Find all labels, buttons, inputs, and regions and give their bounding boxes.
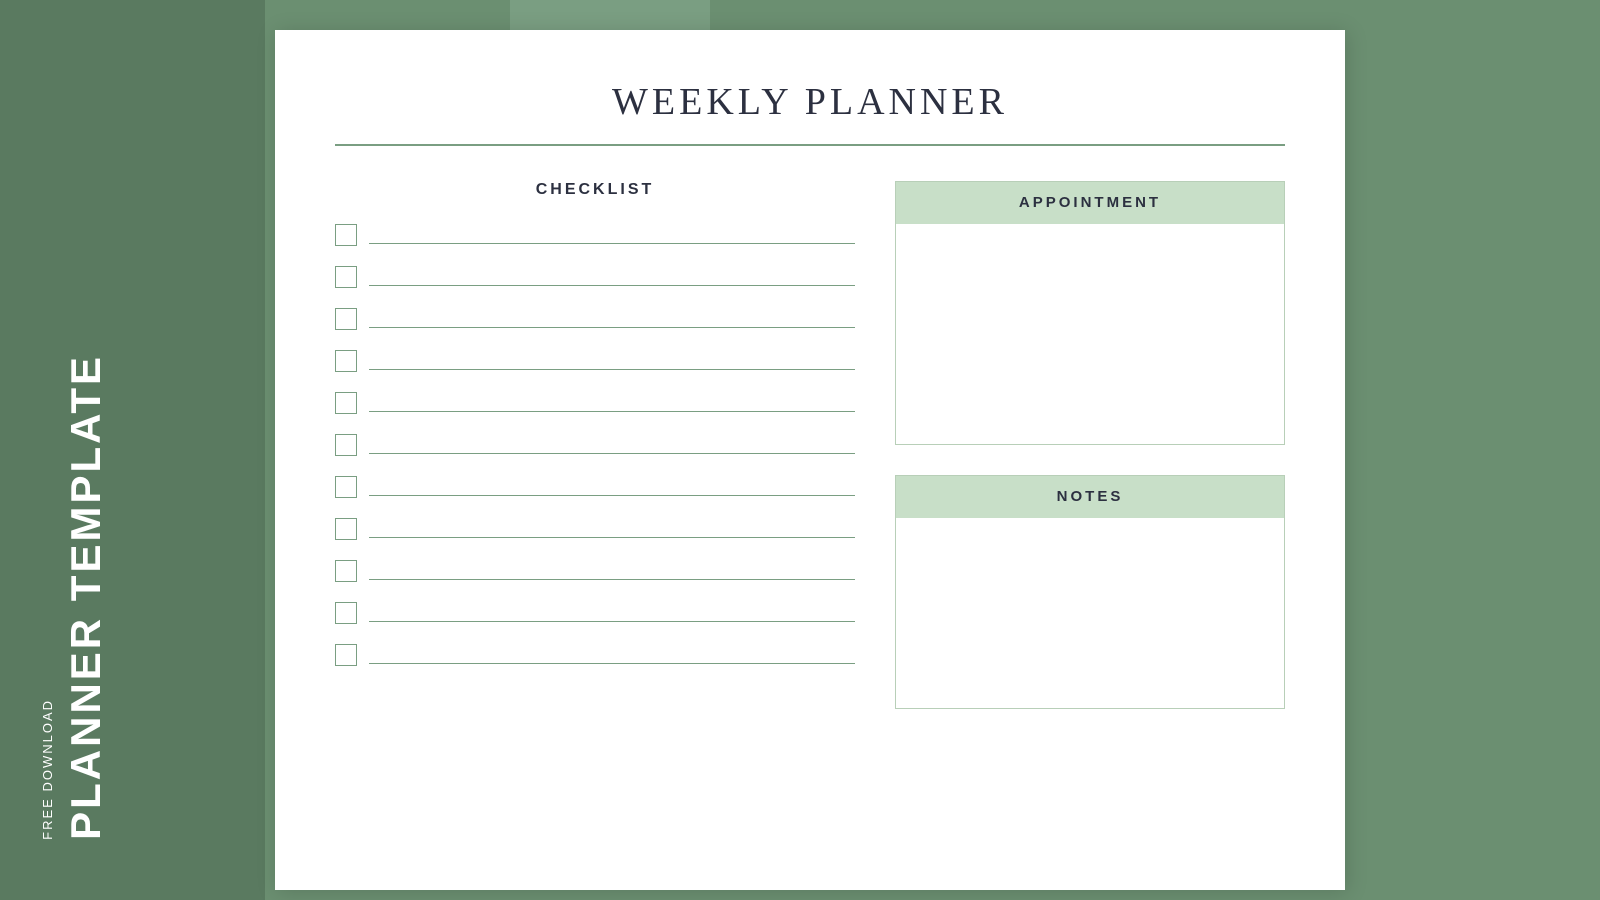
checklist-item — [335, 266, 855, 290]
checklist-line-3 — [369, 327, 855, 328]
notes-title: NOTES — [1057, 488, 1124, 505]
checkbox-11[interactable] — [335, 644, 357, 666]
notes-header: NOTES — [896, 476, 1284, 518]
checklist-line-11 — [369, 663, 855, 664]
appointment-title: APPOINTMENT — [1019, 194, 1161, 211]
top-tab-decoration — [510, 0, 710, 30]
checklist-item — [335, 644, 855, 668]
checklist-item — [335, 308, 855, 332]
page-title: WEEKLY PLANNER — [335, 80, 1285, 124]
checklist-item — [335, 392, 855, 416]
checklist-item — [335, 350, 855, 374]
appointment-body[interactable] — [896, 224, 1284, 444]
checklist-line-6 — [369, 453, 855, 454]
checkbox-2[interactable] — [335, 266, 357, 288]
checkbox-6[interactable] — [335, 434, 357, 456]
right-column: APPOINTMENT NOTES — [895, 181, 1285, 831]
sidebar-free-download-label: FREE DOWNLOAD — [40, 699, 55, 840]
checklist-line-5 — [369, 411, 855, 412]
checkbox-9[interactable] — [335, 560, 357, 582]
checklist-column: CHECKLIST — [335, 181, 855, 831]
title-divider — [335, 144, 1285, 146]
content-row: CHECKLIST — [335, 181, 1285, 831]
checklist-item — [335, 476, 855, 500]
checkbox-3[interactable] — [335, 308, 357, 330]
notes-panel: NOTES — [895, 475, 1285, 709]
checkbox-8[interactable] — [335, 518, 357, 540]
checklist-line-2 — [369, 285, 855, 286]
checklist-line-8 — [369, 537, 855, 538]
checkbox-1[interactable] — [335, 224, 357, 246]
checklist-line-7 — [369, 495, 855, 496]
notes-body[interactable] — [896, 518, 1284, 708]
checklist-line-9 — [369, 579, 855, 580]
checklist-line-4 — [369, 369, 855, 370]
checkbox-4[interactable] — [335, 350, 357, 372]
checkbox-5[interactable] — [335, 392, 357, 414]
checklist-item — [335, 560, 855, 584]
sidebar: FREE DOWNLOAD PLANNER TEMPLATE — [0, 0, 265, 900]
checklist-item — [335, 434, 855, 458]
checklist-items-list — [335, 224, 855, 686]
checklist-line-10 — [369, 621, 855, 622]
appointment-panel: APPOINTMENT — [895, 181, 1285, 445]
checklist-item — [335, 224, 855, 248]
sidebar-planner-template-label: PLANNER TEMPLATE — [65, 354, 107, 840]
checkbox-7[interactable] — [335, 476, 357, 498]
paper: WEEKLY PLANNER CHECKLIST — [275, 30, 1345, 890]
checklist-title: CHECKLIST — [335, 181, 855, 199]
appointment-header: APPOINTMENT — [896, 182, 1284, 224]
checkbox-10[interactable] — [335, 602, 357, 624]
checklist-item — [335, 602, 855, 626]
checklist-item — [335, 518, 855, 542]
checklist-line-1 — [369, 243, 855, 244]
